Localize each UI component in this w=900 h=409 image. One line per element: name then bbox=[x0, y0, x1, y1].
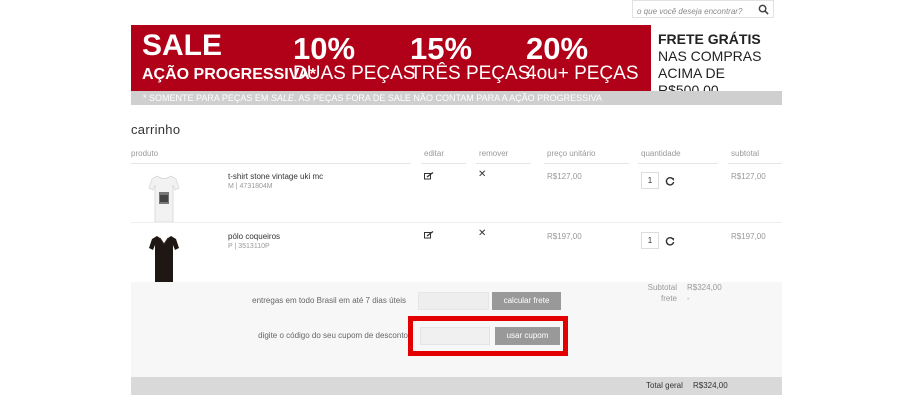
header-divider bbox=[421, 163, 466, 164]
product-name[interactable]: pólo coqueiros bbox=[228, 232, 280, 241]
item-subtotal: R$127,00 bbox=[731, 172, 766, 181]
note-prefix: * SOMENTE PARA PEÇAS EM bbox=[143, 93, 271, 103]
remove-icon[interactable]: ✕ bbox=[478, 228, 486, 239]
quantity-input[interactable] bbox=[641, 232, 659, 249]
offer-10-pct: 10% bbox=[293, 31, 356, 66]
product-image[interactable] bbox=[148, 232, 180, 284]
subtotal-label: Subtotal bbox=[647, 283, 677, 292]
search-icon[interactable] bbox=[758, 4, 769, 15]
offer-15-sub: TRÊS PEÇAS bbox=[410, 63, 531, 84]
product-sku: M | 4731804M bbox=[228, 183, 273, 190]
header-divider bbox=[476, 163, 531, 164]
free-shipping-text: FRETE GRÁTIS NAS COMPRAS ACIMA DE R$500,… bbox=[658, 31, 782, 99]
header-divider bbox=[728, 163, 782, 164]
total-bar bbox=[131, 377, 782, 395]
sale-title: SALE bbox=[142, 29, 223, 62]
frete-title: FRETE GRÁTIS bbox=[658, 31, 761, 47]
product-name[interactable]: t-shirt stone vintage uki mc bbox=[228, 172, 323, 181]
calculate-shipping-button[interactable]: calcular frete bbox=[492, 292, 561, 310]
frete-value: - bbox=[687, 294, 690, 303]
edit-icon[interactable] bbox=[424, 231, 434, 239]
header-remover: remover bbox=[479, 149, 509, 158]
header-divider bbox=[131, 163, 411, 164]
coupon-highlight-box bbox=[408, 316, 568, 356]
search-box bbox=[632, 0, 774, 20]
cep-input[interactable] bbox=[418, 292, 489, 310]
header-editar: editar bbox=[424, 149, 445, 158]
total-value: R$324,00 bbox=[693, 381, 728, 390]
header-quantidade: quantidade bbox=[641, 149, 681, 158]
total-label: Total geral bbox=[646, 381, 683, 390]
offer-10-sub: DUAS PEÇAS bbox=[293, 63, 416, 84]
sale-panel: SALE AÇÃO PROGRESSIVA* 10% DUAS PEÇAS 15… bbox=[131, 25, 651, 91]
sale-subtitle: AÇÃO PROGRESSIVA* bbox=[142, 66, 316, 83]
promo-banner: SALE AÇÃO PROGRESSIVA* 10% DUAS PEÇAS 15… bbox=[131, 25, 782, 98]
remove-icon[interactable]: ✕ bbox=[478, 169, 486, 180]
header-preco: preço unitário bbox=[547, 149, 596, 158]
header-produto: produto bbox=[131, 149, 159, 158]
header-divider bbox=[638, 163, 718, 164]
product-sku: P | 3513110P bbox=[228, 243, 270, 250]
header-subtotal: subtotal bbox=[731, 149, 760, 158]
offer-20-pct: 20% bbox=[526, 31, 589, 66]
edit-icon[interactable] bbox=[424, 172, 434, 180]
unit-price: R$127,00 bbox=[547, 172, 582, 181]
refresh-icon[interactable] bbox=[665, 176, 675, 186]
product-image[interactable] bbox=[148, 172, 180, 224]
item-subtotal: R$197,00 bbox=[731, 232, 766, 241]
subtotal-value: R$324,00 bbox=[687, 283, 722, 292]
refresh-icon[interactable] bbox=[665, 236, 675, 246]
unit-price: R$197,00 bbox=[547, 232, 582, 241]
offer-15-pct: 15% bbox=[410, 31, 473, 66]
shipping-label: entregas em todo Brasil em até 7 dias út… bbox=[252, 296, 406, 305]
frete-line2: NAS COMPRAS bbox=[658, 48, 762, 64]
coupon-label: digite o código do seu cupom de desconto bbox=[258, 331, 408, 340]
note-suffix: . AS PEÇAS FORA DE SALE NÃO CONTAM PARA … bbox=[293, 93, 602, 103]
note-sale: SALE bbox=[270, 93, 294, 103]
sale-note: * SOMENTE PARA PEÇAS EM SALE. AS PEÇAS F… bbox=[131, 91, 782, 105]
offer-20-sub: 4ou+ PEÇAS bbox=[526, 63, 639, 84]
frete-label: frete bbox=[660, 294, 677, 303]
header-divider bbox=[544, 163, 629, 164]
search-input[interactable] bbox=[633, 3, 755, 20]
cart-title: carrinho bbox=[131, 122, 181, 137]
row-divider bbox=[131, 222, 782, 223]
quantity-input[interactable] bbox=[641, 172, 659, 189]
